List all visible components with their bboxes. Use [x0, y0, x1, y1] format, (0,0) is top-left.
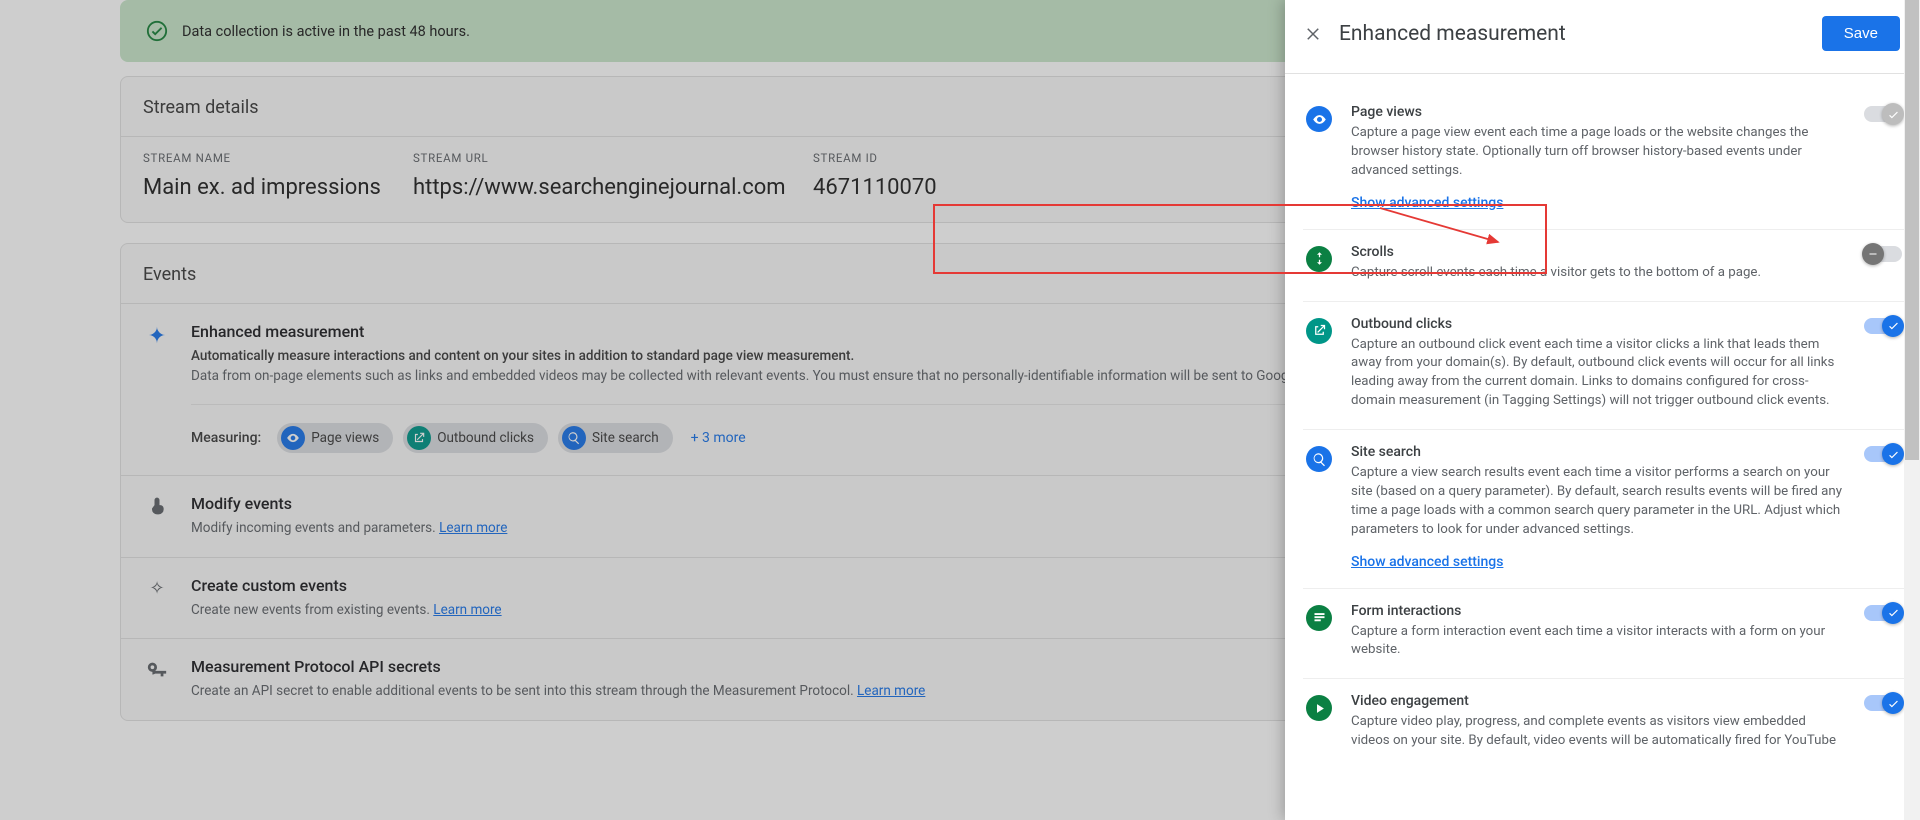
option-outbound-clicks: Outbound clicks Capture an outbound clic…: [1303, 301, 1904, 430]
search-icon: [1306, 446, 1332, 472]
ss-desc: Capture a view search results event each…: [1351, 464, 1842, 540]
option-page-views: Page views Capture a page view event eac…: [1303, 90, 1904, 229]
fi-desc: Capture a form interaction event each ti…: [1351, 623, 1842, 661]
ss-title: Site search: [1351, 444, 1842, 460]
fi-title: Form interactions: [1351, 603, 1842, 619]
close-icon: [1304, 25, 1322, 43]
oc-desc: Capture an outbound click event each tim…: [1351, 336, 1842, 412]
page-scrollbar[interactable]: [1904, 0, 1920, 820]
sc-desc: Capture scroll events each time a visito…: [1351, 264, 1842, 283]
pv-title: Page views: [1351, 104, 1842, 120]
ss-toggle[interactable]: [1864, 446, 1902, 462]
check-icon: [1887, 606, 1900, 619]
link-out-icon: [1306, 318, 1332, 344]
sc-toggle[interactable]: [1864, 246, 1902, 262]
ve-toggle[interactable]: [1864, 695, 1902, 711]
scroll-icon: [1306, 246, 1332, 272]
form-icon: [1306, 605, 1332, 631]
ss-advanced-link[interactable]: Show advanced settings: [1351, 554, 1503, 570]
pv-advanced-link[interactable]: Show advanced settings: [1351, 195, 1503, 211]
eye-icon: [1306, 106, 1332, 132]
option-form-interactions: Form interactions Capture a form interac…: [1303, 588, 1904, 679]
save-button[interactable]: Save: [1822, 16, 1900, 51]
enhanced-measurement-drawer: Enhanced measurement Save Page views Cap…: [1285, 0, 1920, 820]
pv-toggle: [1864, 106, 1902, 122]
check-icon: [1887, 697, 1900, 710]
close-drawer-button[interactable]: [1301, 22, 1325, 46]
option-scrolls: Scrolls Capture scroll events each time …: [1303, 229, 1904, 301]
fi-toggle[interactable]: [1864, 605, 1902, 621]
check-icon: [1887, 448, 1900, 461]
ve-title: Video engagement: [1351, 693, 1842, 709]
oc-title: Outbound clicks: [1351, 316, 1842, 332]
pv-desc: Capture a page view event each time a pa…: [1351, 124, 1842, 181]
option-video-engagement: Video engagement Capture video play, pro…: [1303, 678, 1904, 769]
minus-icon: [1867, 248, 1879, 260]
ve-desc: Capture video play, progress, and comple…: [1351, 713, 1842, 751]
sc-title: Scrolls: [1351, 244, 1842, 260]
play-icon: [1306, 695, 1332, 721]
check-icon: [1887, 108, 1900, 121]
scrollbar-thumb[interactable]: [1905, 0, 1919, 460]
oc-toggle[interactable]: [1864, 318, 1902, 334]
option-site-search: Site search Capture a view search result…: [1303, 429, 1904, 588]
check-icon: [1887, 319, 1900, 332]
drawer-title: Enhanced measurement: [1339, 22, 1566, 46]
